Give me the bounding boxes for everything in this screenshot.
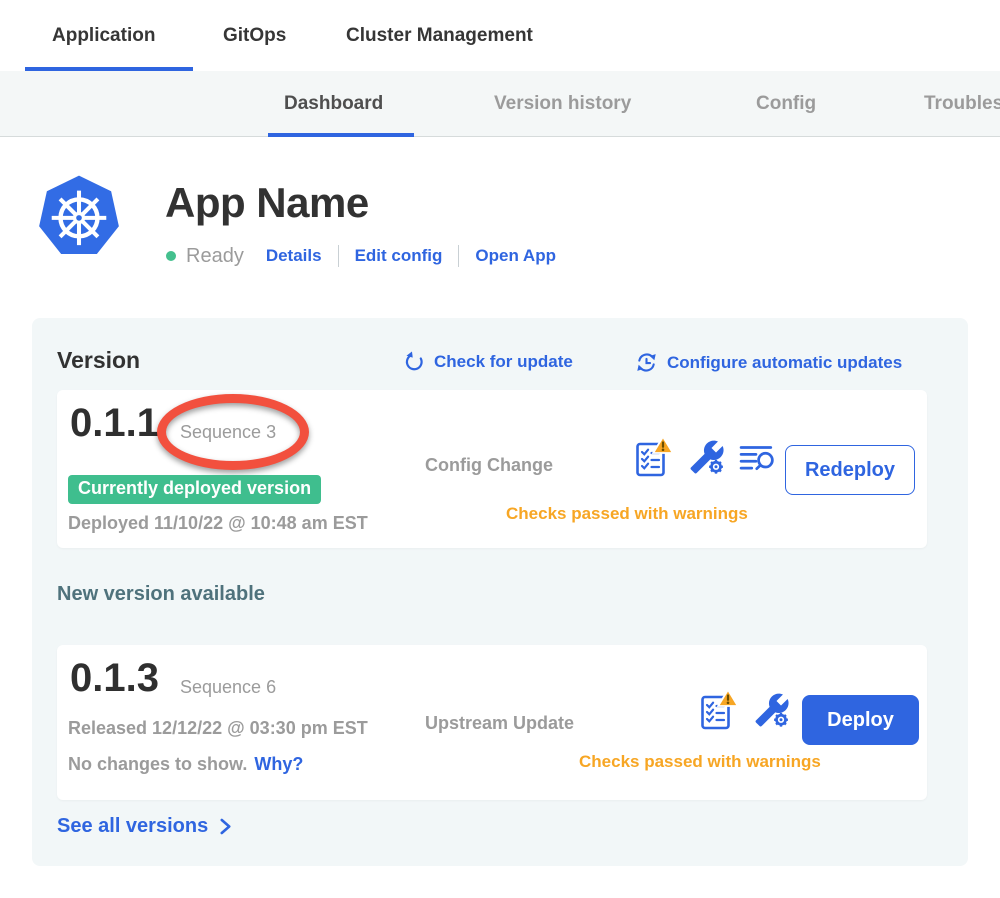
active-tab-underline <box>268 133 414 137</box>
tab-dashboard[interactable]: Dashboard <box>284 71 383 137</box>
available-version-sequence: Sequence 6 <box>180 677 276 698</box>
app-status-row: Ready Details Edit config Open App <box>166 243 556 269</box>
version-check-icons <box>700 688 790 732</box>
released-timestamp: Released 12/12/22 @ 03:30 pm EST <box>68 718 368 739</box>
check-for-update-label: Check for update <box>434 352 573 372</box>
available-version-card: 0.1.3 Sequence 6 Released 12/12/22 @ 03:… <box>57 645 927 800</box>
checks-status-text: Checks passed with warnings <box>506 504 748 524</box>
see-all-versions-link[interactable]: See all versions <box>57 815 232 838</box>
version-check-icons <box>635 435 775 479</box>
new-version-available-heading: New version available <box>57 583 265 606</box>
primary-nav: Application GitOps Cluster Management <box>0 0 1000 71</box>
version-heading: Version <box>57 347 140 374</box>
status-label: Ready <box>186 245 244 268</box>
changes-note: No changes to show. <box>68 754 247 775</box>
see-all-versions-label: See all versions <box>57 815 208 838</box>
deployed-version-badge: Currently deployed version <box>68 475 321 504</box>
divider <box>458 245 459 267</box>
details-link[interactable]: Details <box>266 246 322 266</box>
deploy-button[interactable]: Deploy <box>802 695 919 745</box>
configure-automatic-updates-link[interactable]: Configure automatic updates <box>635 351 902 374</box>
preflight-checks-warning-icon[interactable] <box>700 688 740 732</box>
open-app-link[interactable]: Open App <box>475 246 556 266</box>
preflight-checks-warning-icon[interactable] <box>635 435 675 479</box>
version-source-label: Upstream Update <box>425 713 574 734</box>
tab-config[interactable]: Config <box>756 71 816 137</box>
primary-tab-cluster-management[interactable]: Cluster Management <box>346 0 533 71</box>
version-panel: Version Check for update <box>32 318 968 866</box>
deployed-timestamp: Deployed 11/10/22 @ 10:48 am EST <box>68 513 368 534</box>
current-version-sequence: Sequence 3 <box>180 422 276 443</box>
edit-config-link[interactable]: Edit config <box>355 246 443 266</box>
changes-note-row: No changes to show. Why? <box>68 754 303 775</box>
redeploy-button[interactable]: Redeploy <box>785 445 915 495</box>
chevron-right-icon <box>219 817 232 836</box>
primary-tab-application[interactable]: Application <box>52 0 155 71</box>
config-wrench-icon[interactable] <box>689 439 725 475</box>
tab-troubleshoot[interactable]: Troubleshoot <box>924 71 1000 137</box>
diff-view-icon[interactable] <box>739 443 775 471</box>
app-page: Application GitOps Cluster Management Da… <box>0 0 1000 898</box>
check-for-update-link[interactable]: Check for update <box>403 351 573 373</box>
version-source-label: Config Change <box>425 455 553 476</box>
config-wrench-icon[interactable] <box>754 692 790 728</box>
secondary-nav: Dashboard Version history Config Trouble… <box>0 71 1000 137</box>
configure-automatic-updates-label: Configure automatic updates <box>667 353 902 373</box>
tab-version-history[interactable]: Version history <box>494 71 631 137</box>
kubernetes-logo-icon <box>35 172 123 262</box>
scheduled-update-icon <box>635 351 658 374</box>
page-title: App Name <box>165 179 369 227</box>
status-dot-icon <box>166 251 176 261</box>
checks-status-text: Checks passed with warnings <box>579 752 821 772</box>
current-version-card: 0.1.1 Sequence 3 Currently deployed vers… <box>57 390 927 548</box>
available-version-number: 0.1.3 <box>70 656 159 701</box>
primary-tab-gitops[interactable]: GitOps <box>223 0 286 71</box>
current-version-number: 0.1.1 <box>70 401 159 446</box>
divider <box>338 245 339 267</box>
refresh-icon <box>403 351 425 373</box>
why-link[interactable]: Why? <box>254 754 303 775</box>
